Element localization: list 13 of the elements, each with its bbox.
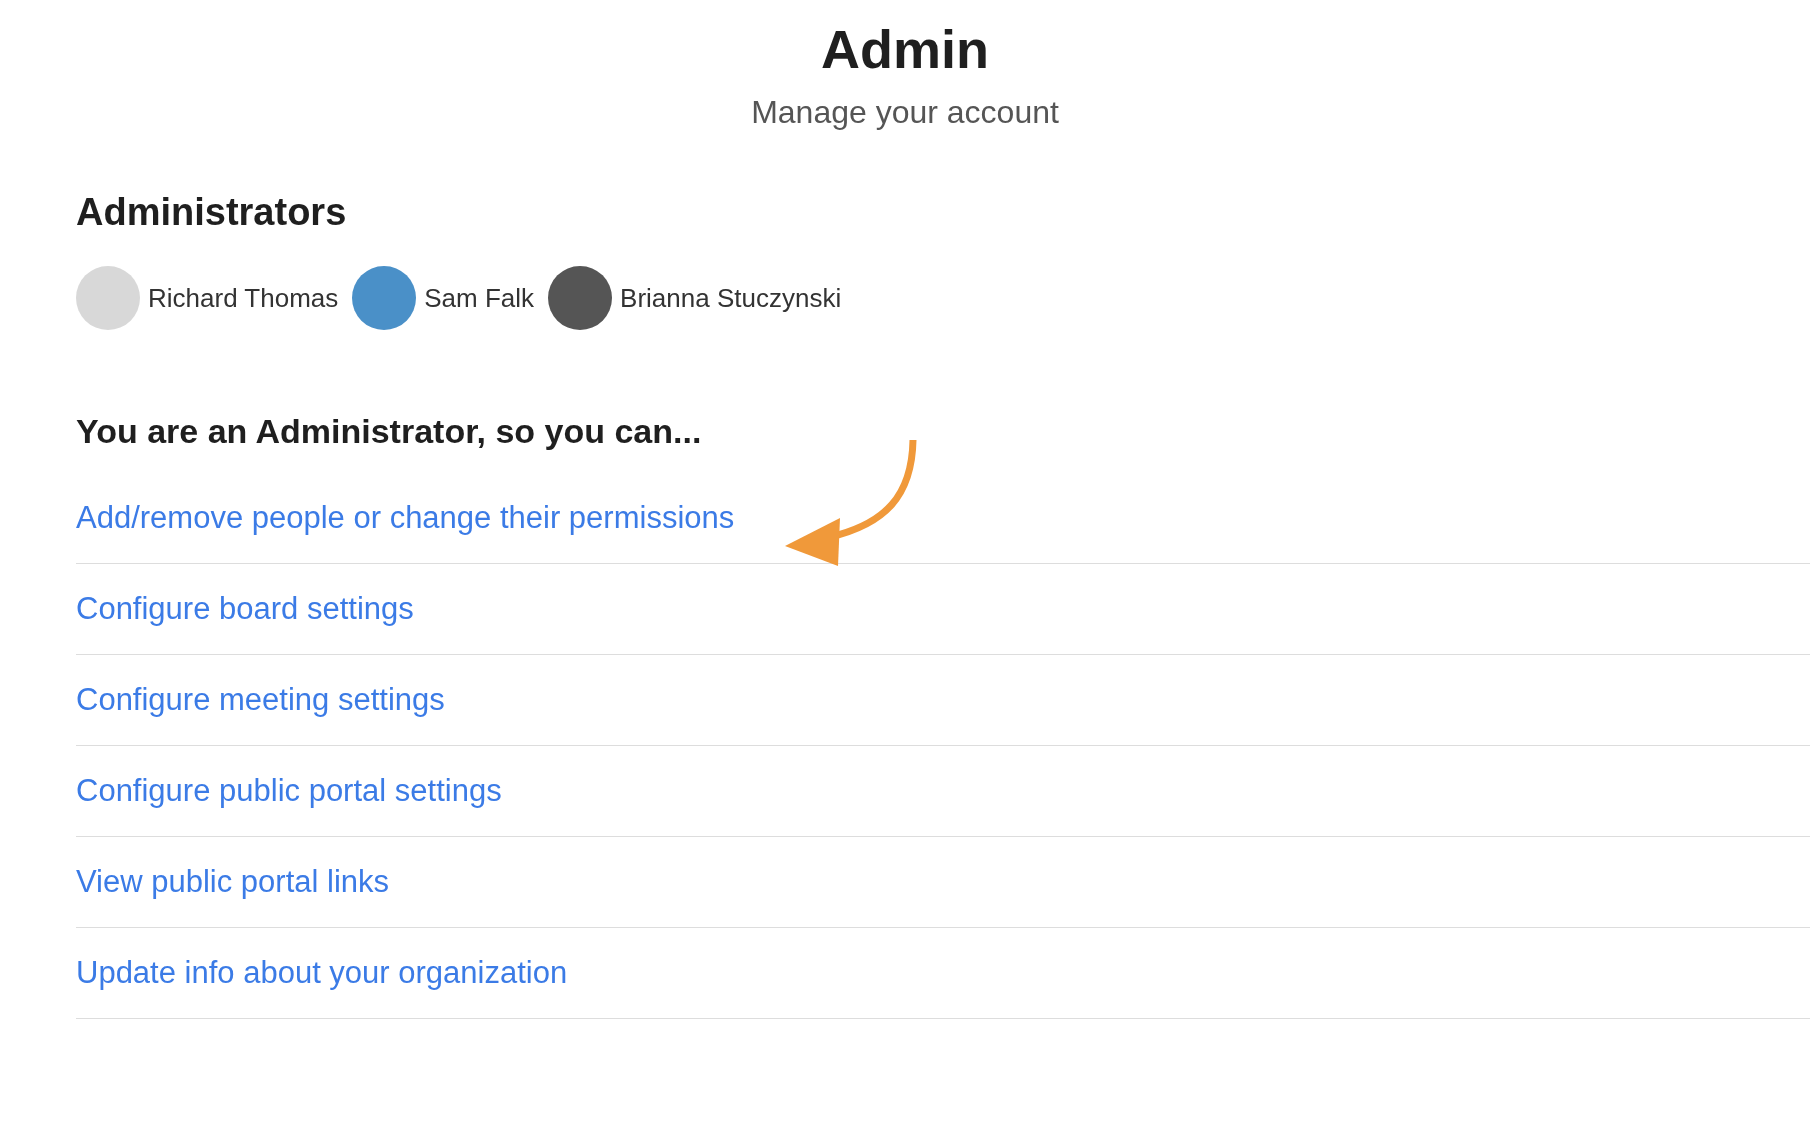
permission-link[interactable]: Configure board settings [76, 591, 414, 628]
administrator-name: Richard Thomas [148, 282, 339, 314]
section-heading: You are an Administrator, so you can... [76, 412, 703, 452]
permission-link[interactable]: Add/remove people or change their permissions [76, 500, 735, 537]
administrator-name: Brianna Stuczynski [620, 282, 842, 314]
administrator-name: Sam Falk [424, 282, 535, 314]
permission-link[interactable]: Update info about your organization [76, 955, 568, 992]
page-subtitle: Manage your account [751, 94, 1059, 132]
page-title: Admin [821, 18, 989, 81]
permission-link[interactable]: Configure meeting settings [76, 682, 445, 719]
permission-link[interactable]: View public portal links [76, 864, 390, 901]
section-heading: Administrators [76, 191, 348, 235]
permission-link[interactable]: Configure public portal settings [76, 773, 502, 810]
